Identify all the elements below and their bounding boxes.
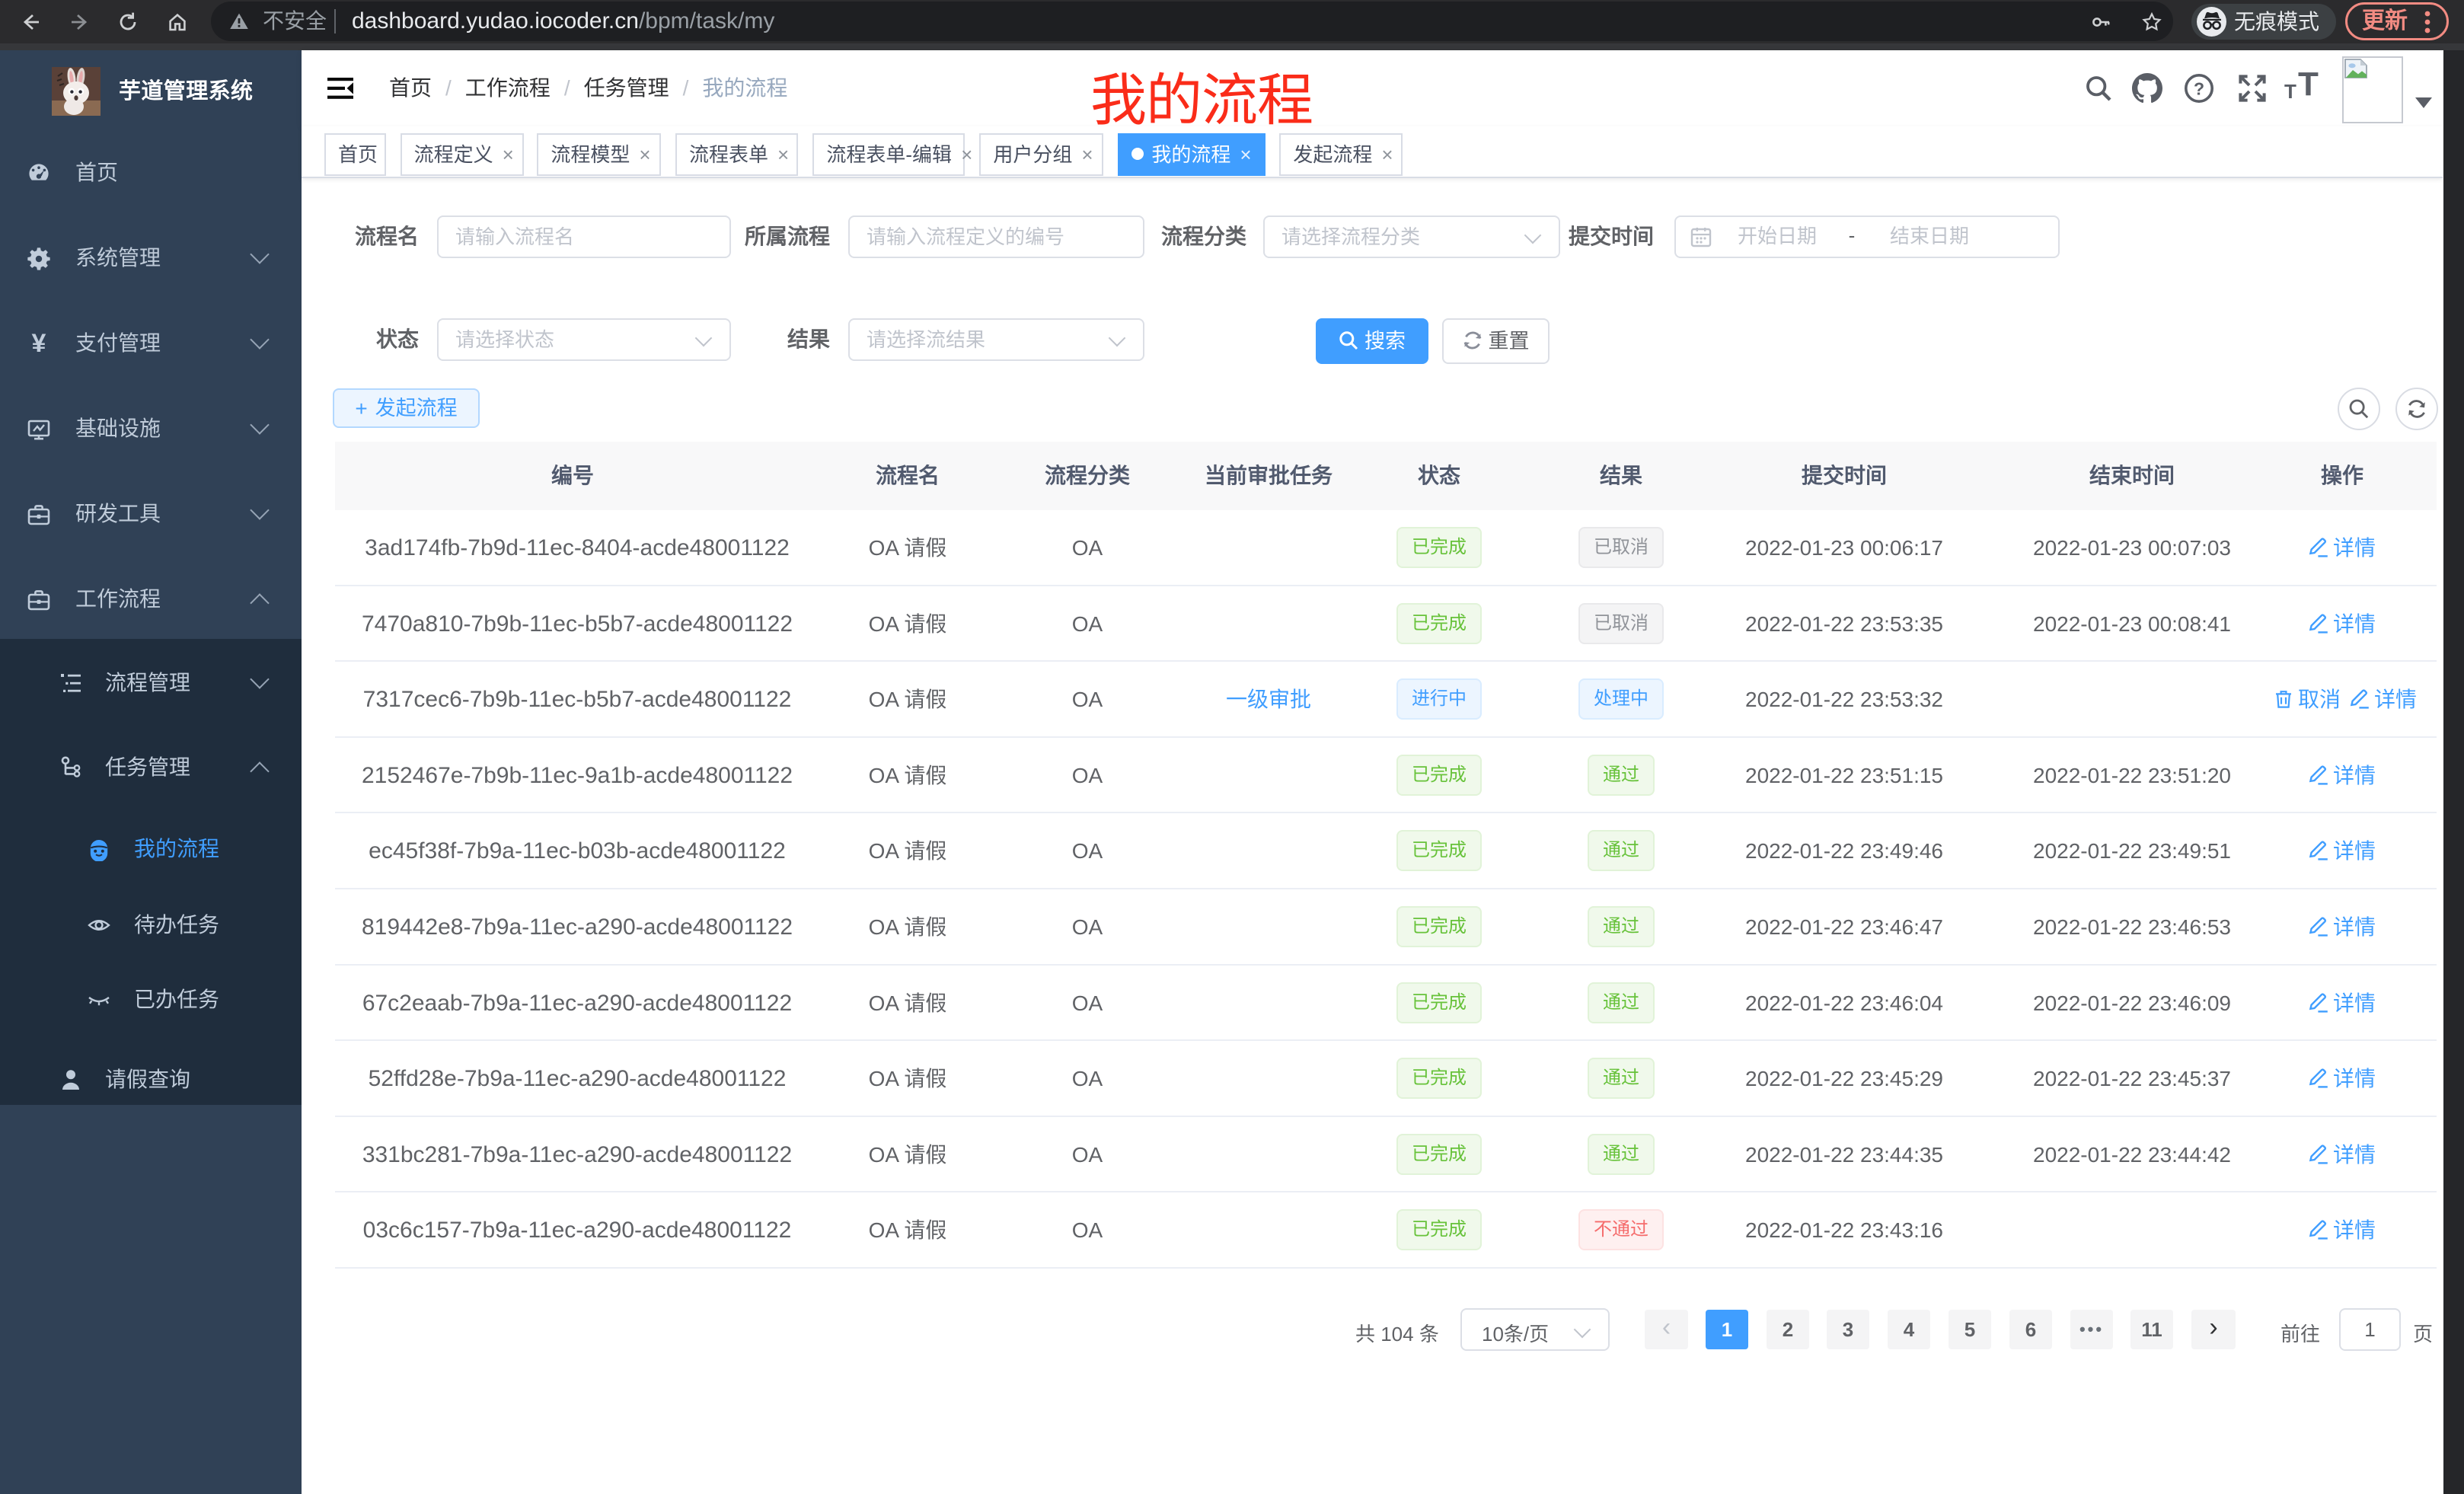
svg-text:?: ? (2194, 79, 2204, 99)
